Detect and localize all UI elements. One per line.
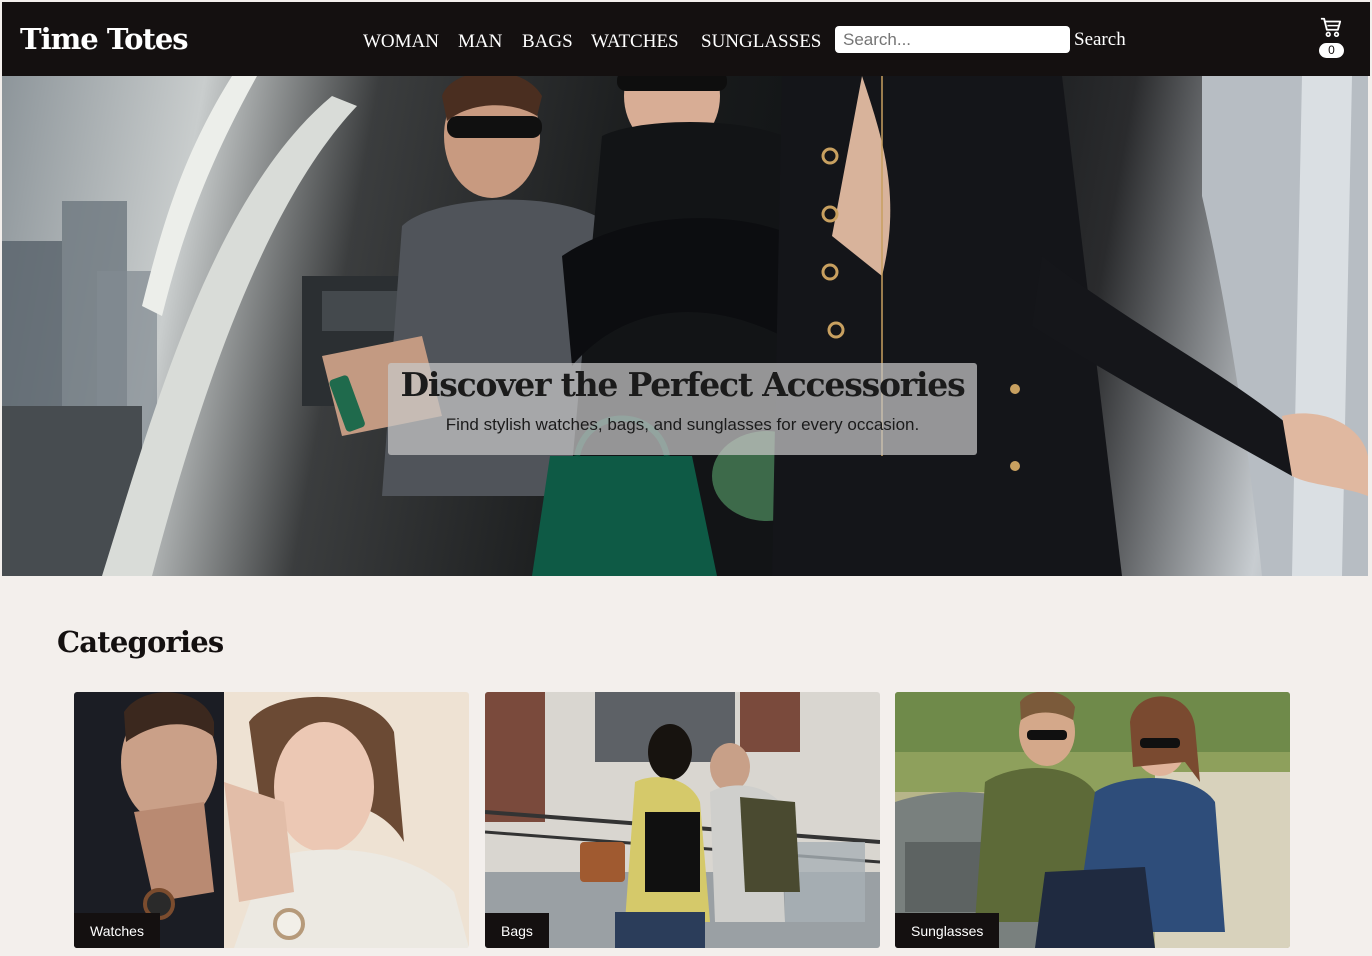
bags-category-image: [485, 692, 880, 948]
top-navigation-bar: Time Totes WOMAN MAN BAGS WATCHES SUNGLA…: [2, 2, 1370, 76]
sunglasses-category-image: [895, 692, 1290, 948]
hero-image: [2, 76, 1368, 576]
category-card-watches[interactable]: Watches: [74, 692, 469, 948]
hero-subtitle: Find stylish watches, bags, and sunglass…: [445, 415, 920, 434]
hero-title: Discover the Perfect Accessories: [400, 365, 966, 404]
nav-item-sunglasses[interactable]: SUNGLASSES: [701, 31, 821, 53]
hero-banner: Discover the Perfect Accessories Find st…: [2, 76, 1368, 576]
hero-text-panel: Discover the Perfect Accessories Find st…: [388, 363, 977, 455]
category-card-sunglasses[interactable]: Sunglasses: [895, 692, 1290, 948]
search-input[interactable]: [835, 26, 1070, 53]
brand-logo[interactable]: Time Totes: [20, 22, 189, 56]
cart-count-badge: 0: [1319, 43, 1344, 58]
category-label-watches: Watches: [74, 913, 160, 948]
nav-item-woman[interactable]: WOMAN: [363, 31, 439, 53]
categories-heading: Categories: [57, 625, 224, 659]
cart-icon: [1320, 17, 1342, 37]
nav-item-man[interactable]: MAN: [458, 31, 502, 53]
search-button[interactable]: Search: [1074, 29, 1126, 51]
nav-item-watches[interactable]: WATCHES: [591, 31, 679, 53]
watches-category-image: [74, 692, 469, 948]
category-card-bags[interactable]: Bags: [485, 692, 880, 948]
nav-item-bags[interactable]: BAGS: [522, 31, 573, 53]
category-label-sunglasses: Sunglasses: [895, 913, 1000, 948]
category-label-bags: Bags: [485, 913, 549, 948]
cart-button[interactable]: 0: [1318, 16, 1344, 60]
